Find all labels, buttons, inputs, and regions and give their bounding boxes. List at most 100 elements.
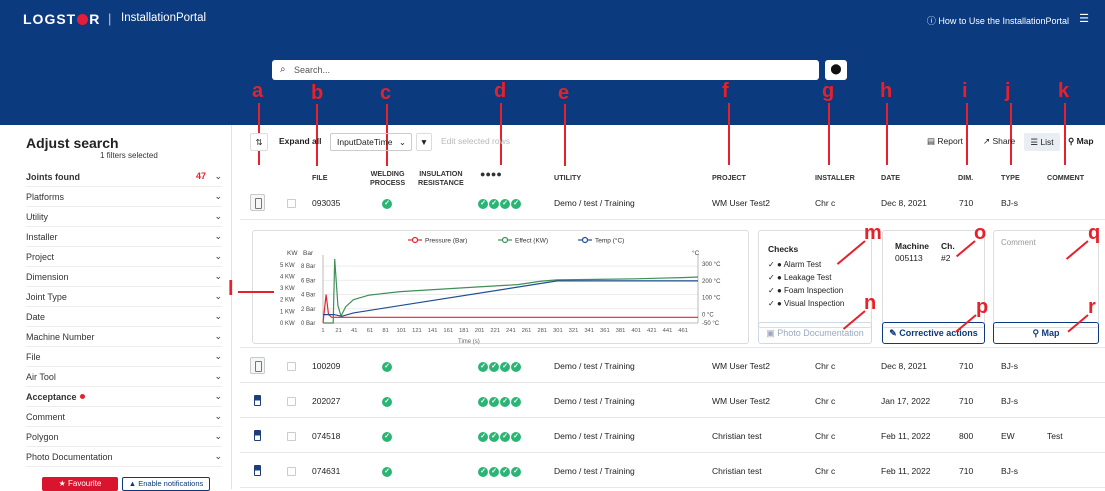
check-alarm: ✓ ● Alarm Test <box>768 260 822 269</box>
howto-link[interactable]: ⓘ How to Use the InstallationPortal <box>927 14 1069 27</box>
column-header-welding[interactable]: WELDING PROCESS <box>370 169 405 187</box>
channel-value: #2 <box>941 253 951 263</box>
logstor-logo[interactable]: LOGST R <box>23 11 100 27</box>
sidebar-item-file[interactable]: File ⌄ <box>26 347 222 367</box>
sort-field-select[interactable]: InputDateTime ⌄ <box>330 133 412 151</box>
joints-count-badge: 47 <box>195 171 206 181</box>
chart-tick-label-bar: 8 Bar <box>301 264 315 270</box>
checks-ok-icons: ✓ ✓ ✓ ✓ <box>478 430 522 442</box>
column-header-insulation[interactable]: INSULATION RESISTANCE <box>418 169 464 187</box>
check-leakage: ✓ ● Leakage Test <box>768 273 832 282</box>
table-row[interactable]: 100209 ✓ ✓ ✓ ✓ ✓ Demo / test / Training WM … <box>240 349 1105 383</box>
chart-tick-label-bar: 6 Bar <box>301 278 315 284</box>
machine-label: Machine <box>895 241 930 251</box>
column-header-installer[interactable]: INSTALLER <box>815 173 855 182</box>
sidebar-item-joint-type[interactable]: Joint Type ⌄ <box>26 287 222 307</box>
row-checkbox[interactable] <box>287 432 296 441</box>
column-header-file[interactable]: FILE <box>312 173 328 182</box>
report-icon: ▤ <box>927 136 938 146</box>
column-header-date[interactable]: DATE <box>881 173 900 182</box>
share-button[interactable]: ↗ Share <box>983 136 1015 147</box>
cell-date: Feb 11, 2022 <box>881 466 931 476</box>
device-icon <box>250 427 265 444</box>
sidebar-item-machine-number[interactable]: Machine Number ⌄ <box>26 327 222 347</box>
photo-documentation-button[interactable]: ▣ Photo Documentation <box>758 322 872 344</box>
device-icon <box>250 194 265 211</box>
sidebar-item-comment[interactable]: Comment ⌄ <box>26 407 222 427</box>
chart-tick-label-x: 441 <box>663 328 673 334</box>
cell-date: Feb 11, 2022 <box>881 431 931 441</box>
foam-icon: ● <box>776 286 782 295</box>
device-icon <box>250 392 265 409</box>
hamburger-menu-icon[interactable]: ☰ <box>1079 12 1089 25</box>
table-row[interactable]: 202027 ✓ ✓ ✓ ✓ ✓ Demo / test / Training WM … <box>240 384 1105 418</box>
row-checkbox[interactable] <box>287 467 296 476</box>
annotation-d-line <box>500 103 502 165</box>
sidebar-item-air-tool[interactable]: Air Tool ⌄ <box>26 367 222 387</box>
chart-tick-label-c: -50 °C <box>702 321 720 327</box>
checks-panel: Checks ✓ ● Alarm Test ✓ ● Leakage Test ✓… <box>758 230 872 328</box>
sidebar-item-utility[interactable]: Utility ⌄ <box>26 207 222 227</box>
annotation-e: e <box>558 82 570 104</box>
device-icon <box>250 357 265 374</box>
map-view-button[interactable]: ⚲ Map <box>1068 136 1094 147</box>
star-icon: ★ <box>58 479 69 488</box>
chevron-down-icon: ⌄ <box>214 311 222 321</box>
edit-selected-rows-button[interactable]: Edit selected rows <box>441 136 510 146</box>
expand-all-button[interactable]: Expand all <box>279 136 322 146</box>
annotation-i-line <box>966 103 968 165</box>
detail-map-button[interactable]: ⚲ Map <box>993 322 1099 344</box>
list-view-button[interactable]: ☰ List <box>1024 133 1060 151</box>
row-checkbox[interactable] <box>287 199 296 208</box>
sort-arrows-icon: ⇅ <box>255 137 263 147</box>
sidebar-item-date[interactable]: Date ⌄ <box>26 307 222 327</box>
sidebar-item-installer[interactable]: Installer ⌄ <box>26 227 222 247</box>
cell-project: WM User Test2 <box>712 198 770 208</box>
sidebar-item-dimension[interactable]: Dimension ⌄ <box>26 267 222 287</box>
table-row[interactable]: 074518 ✓ ✓ ✓ ✓ ✓ Demo / test / Training Chr… <box>240 419 1105 453</box>
column-header-comment[interactable]: COMMENT <box>1047 173 1084 182</box>
cell-file: 202027 <box>312 396 341 406</box>
table-row[interactable]: 074631 ✓ ✓ ✓ ✓ ✓ Demo / test / Training Chr… <box>240 454 1105 488</box>
checks-ok-icons: ✓ ✓ ✓ ✓ <box>478 465 522 477</box>
row-checkbox[interactable] <box>287 362 296 371</box>
sidebar-item-acceptance[interactable]: Acceptance ⌄ <box>26 387 222 407</box>
chevron-down-icon: ⌄ <box>214 211 222 221</box>
welding-chart-svg: KW Bar °C Time (s) 5 KW 4 KW 3 KW 2 KW 1 KW 0 KW 8… <box>280 236 721 346</box>
sort-order-button[interactable]: ⇅ <box>250 133 268 151</box>
corrective-actions-button[interactable]: ✎ Corrective actions <box>882 322 985 344</box>
chart-tick-label-x: 101 <box>396 328 406 334</box>
visual-icon: ● <box>496 169 502 179</box>
sidebar-item-photo-documentation[interactable]: Photo Documentation ⌄ <box>26 447 222 467</box>
sidebar-item-project[interactable]: Project ⌄ <box>26 247 222 267</box>
location-button[interactable]: ⬤ <box>825 60 847 80</box>
annotation-h: h <box>880 80 893 102</box>
channel-label: Ch. <box>941 241 955 251</box>
column-header-checks-icons[interactable]: ●●●● <box>480 170 502 179</box>
sidebar-item-platforms[interactable]: Platforms ⌄ <box>26 187 222 207</box>
chart-axis-title-bar: Bar <box>303 250 314 257</box>
table-row[interactable]: 093035 ✓ ✓ ✓ ✓ ✓ Demo / test / Training WM … <box>240 186 1105 220</box>
cell-date: Jan 17, 2022 <box>881 396 931 406</box>
sort-direction-button[interactable]: ▼ <box>416 133 432 151</box>
row-checkbox[interactable] <box>287 397 296 406</box>
welding-ok-icon: ✓ <box>382 360 393 372</box>
chart-legend-marker <box>501 236 509 244</box>
chart-tick-label-x: 221 <box>490 328 500 334</box>
column-header-type[interactable]: TYPE <box>1001 173 1020 182</box>
sidebar-item-polygon[interactable]: Polygon ⌄ <box>26 427 222 447</box>
chart-tick-label-kw: 3 KW <box>280 286 295 292</box>
chart-tick-label-x: 421 <box>647 328 657 334</box>
chart-tick-label-x: 241 <box>506 328 516 334</box>
chart-tick-label-x: 81 <box>382 328 388 334</box>
column-header-dim[interactable]: DIM. <box>958 173 973 182</box>
report-button[interactable]: ▤ Report <box>927 136 963 147</box>
caret-down-icon: ▼ <box>419 137 429 147</box>
search-input[interactable]: ⌕ Search... <box>272 60 819 80</box>
column-header-project[interactable]: PROJECT <box>712 173 746 182</box>
chart-tick-label-x: 261 <box>522 328 532 334</box>
column-header-utility[interactable]: UTILITY <box>554 173 581 182</box>
chart-tick-label-x: 41 <box>351 328 357 334</box>
bell-icon: ▲ <box>128 479 139 488</box>
sidebar-item-joints-found[interactable]: Joints found 47 ⌄ <box>26 167 222 187</box>
